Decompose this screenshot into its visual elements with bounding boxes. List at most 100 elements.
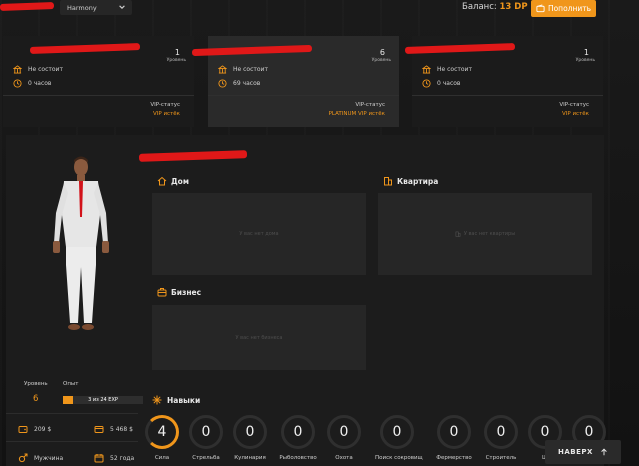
hours-value: 0 часов (437, 80, 461, 87)
skill-value: 0 (584, 424, 594, 440)
skill-ring: 0 (484, 415, 518, 449)
skill-item[interactable]: 0 Стрельба (184, 415, 228, 461)
bank-value: 5 468 $ (110, 425, 133, 433)
scroll-to-top-button[interactable]: НАВЕРХ (545, 440, 621, 464)
skill-value: 0 (449, 424, 459, 440)
level-value: 6 (33, 394, 39, 404)
house-empty-text: У вас нет дома (239, 231, 279, 237)
house-title-text: Дом (171, 176, 189, 186)
apartment-icon (455, 231, 461, 237)
topbar: Harmony Баланс: 13 DP Пополнить (0, 0, 639, 18)
character-level: 6 (379, 48, 385, 57)
skill-name: Фермерство (436, 455, 472, 461)
character-avatar (53, 156, 109, 330)
topup-button[interactable]: Пополнить (531, 0, 596, 17)
skill-item[interactable]: 0 Рыболовство (276, 415, 320, 461)
wallet-icon (18, 426, 28, 433)
skill-item[interactable]: 0 Охота (322, 415, 366, 461)
level-label: Уровень (24, 381, 48, 387)
skill-item[interactable]: 0 Кулинария (228, 415, 272, 461)
building-icon (218, 65, 227, 74)
skill-ring: 0 (233, 415, 267, 449)
house-icon (157, 176, 167, 186)
apartment-title: Квартира (383, 176, 438, 186)
business-title-text: Бизнес (171, 287, 202, 297)
hours-value: 69 часов (233, 80, 261, 87)
skill-name: Стрельба (192, 455, 220, 461)
character-profile-panel: Уровень Опыт 6 3 из 24 EXP 209 $ 5 468 $… (6, 135, 606, 466)
clock-icon (13, 79, 22, 88)
house-title: Дом (157, 176, 189, 186)
chevron-down-icon (119, 5, 125, 9)
server-select-value: Harmony (67, 4, 97, 12)
exp-label: Опыт (63, 381, 79, 387)
apartment-title-text: Квартира (397, 176, 439, 186)
skill-name: Строитель (485, 455, 517, 461)
skill-ring: 0 (189, 415, 223, 449)
hours-value: 0 часов (28, 80, 52, 87)
skill-ring: 0 (327, 415, 361, 449)
vip-status-label: VIP-статус (355, 102, 385, 108)
business-empty-text: У вас нет бизнеса (235, 334, 283, 341)
cash-value: 209 $ (34, 425, 52, 433)
balance: Баланс: 13 DP (462, 2, 528, 12)
faction-row: Не состоит (13, 65, 63, 74)
scroll-to-top-label: НАВЕРХ (558, 448, 593, 456)
building-icon (13, 65, 22, 74)
character-level: 1 (583, 48, 589, 57)
skill-name: Охота (335, 455, 353, 461)
apartment-icon (384, 177, 392, 186)
skill-item[interactable]: 0 Фермерство (432, 415, 476, 461)
apartment-box[interactable]: У вас нет квартиры (378, 193, 592, 275)
skill-ring: 0 (437, 415, 471, 449)
gender-value: Мужчина (34, 454, 64, 462)
character-level-label: Уровень (575, 58, 595, 63)
skill-item[interactable]: 0 Поиск сокровищ (375, 415, 423, 461)
skill-ring: 0 (380, 415, 414, 449)
gender-info: Мужчина (18, 453, 63, 463)
skill-ring: 4 (145, 415, 179, 449)
business-box[interactable]: У вас нет бизнеса (152, 305, 366, 370)
skill-item[interactable]: 4 Сила (140, 415, 184, 461)
server-select[interactable]: Harmony (60, 0, 132, 15)
calendar-icon (94, 454, 104, 463)
age-value: 52 года (110, 454, 135, 462)
briefcase-icon (157, 288, 167, 297)
house-box[interactable]: У вас нет дома (152, 193, 366, 275)
faction-value: Не состоит (28, 66, 63, 73)
faction-row: Не состоит (422, 65, 472, 74)
bank-card-icon (94, 426, 104, 433)
divider (6, 413, 138, 414)
sparkle-icon (152, 395, 162, 405)
divider (208, 95, 399, 96)
vip-status-value: VIP истёк (562, 111, 589, 117)
skill-value: 0 (496, 424, 506, 440)
balance-label: Баланс: (462, 2, 497, 12)
bank-info: 5 468 $ (94, 424, 133, 434)
arrow-up-icon (601, 448, 607, 456)
clock-icon (218, 79, 227, 88)
skill-value: 0 (293, 424, 303, 440)
skill-value: 0 (392, 424, 402, 440)
business-title: Бизнес (157, 287, 201, 297)
hours-row: 0 часов (422, 79, 460, 88)
skill-ring: 0 (281, 415, 315, 449)
cash-info: 209 $ (18, 424, 51, 434)
divider (412, 95, 603, 96)
skills-title: Навыки (152, 395, 200, 405)
apartment-empty-text: У вас нет квартиры (463, 231, 516, 237)
vip-status-value: PLATINUM VIP истёк (328, 111, 385, 117)
skill-name: Поиск сокровищ (375, 455, 423, 461)
faction-value: Не состоит (437, 66, 472, 73)
character-level-label: Уровень (371, 58, 391, 63)
skill-item[interactable]: 0 Строитель (479, 415, 523, 461)
topup-label: Пополнить (547, 4, 592, 13)
vip-status-label: VIP-статус (150, 102, 180, 108)
divider (6, 441, 138, 442)
skill-name: Кулинария (234, 455, 266, 461)
character-level-label: Уровень (166, 58, 186, 63)
vip-status-value: VIP истёк (153, 111, 180, 117)
skill-value: 0 (245, 424, 255, 440)
faction-value: Не состоит (233, 66, 268, 73)
exp-text: 3 из 24 EXP (88, 397, 118, 403)
